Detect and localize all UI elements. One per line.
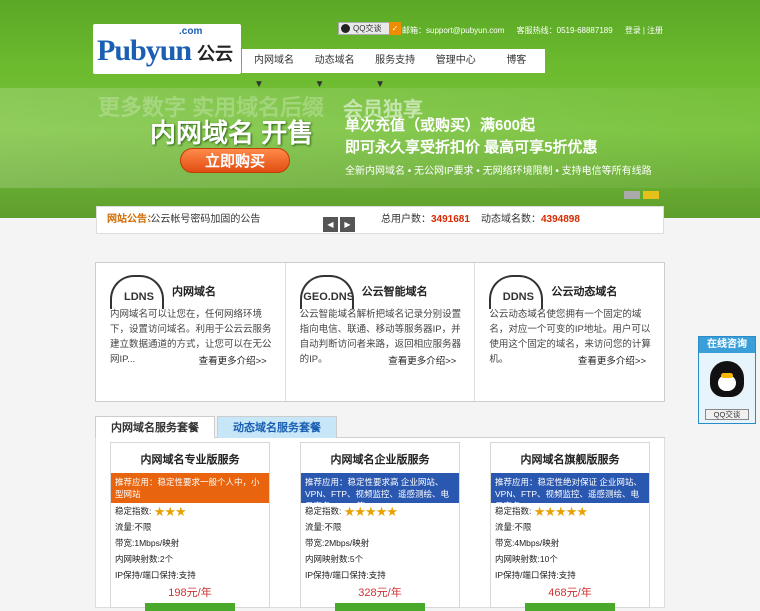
package-buy-button[interactable] bbox=[335, 603, 425, 611]
feature-logo: GEO.DNS bbox=[303, 291, 355, 303]
nav-management[interactable]: 管理中心 bbox=[424, 49, 485, 73]
dyn-domains-label: 动态域名数： bbox=[481, 214, 541, 225]
package-card-flagship: 内网域名旗舰版服务 推荐应用：稳定性绝对保证 企业网站、VPN、FTP、视频监控… bbox=[490, 442, 650, 611]
promo-line-2: 即可永久享受折扣价 最高可享5折优惠 bbox=[345, 139, 598, 156]
qq-chat-button[interactable]: QQ交谈 ✓ bbox=[338, 22, 401, 35]
nav-blog[interactable]: 博客 bbox=[484, 49, 545, 73]
package-mappings: 内网映射数:5个 bbox=[305, 554, 364, 564]
package-title: 内网域名企业版服务 bbox=[330, 454, 430, 466]
package-traffic: 流量:不限 bbox=[305, 522, 342, 532]
tab-dynamic-packages[interactable]: 动态域名服务套餐 bbox=[217, 416, 337, 438]
feature-title: 内网域名 bbox=[172, 286, 216, 298]
package-card-pro: 内网域名专业版服务 推荐应用：稳定性要求一般个人中，小型网站 稳定指数: ★★★… bbox=[110, 442, 270, 611]
stability-label: 稳定指数: bbox=[305, 506, 342, 516]
package-mappings: 内网映射数:2个 bbox=[115, 554, 174, 564]
next-icon[interactable]: ▶ bbox=[340, 217, 355, 232]
contact-bar: 邮箱：support@pubyun.com 客服热线：0519-68887189… bbox=[402, 26, 663, 35]
penguin-beak bbox=[721, 373, 733, 378]
package-title: 内网域名专业版服务 bbox=[140, 454, 240, 466]
stars-icon: ★★★ bbox=[153, 503, 187, 519]
ddns-cloud-icon: DDNS bbox=[489, 275, 544, 309]
feature-title: 公云智能域名 bbox=[361, 286, 428, 298]
buy-now-button[interactable]: 立即购买 bbox=[180, 148, 290, 173]
package-bandwidth: 带宽:4Mbps/映射 bbox=[495, 538, 560, 548]
package-traffic: 流量:不限 bbox=[115, 522, 152, 532]
package-ip: IP保持/端口保持:支持 bbox=[115, 570, 196, 580]
online-consult-widget: 在线咨询 QQ交谈 bbox=[698, 336, 756, 424]
feature-panel: LDNS 内网域名 内网域名可以让您在，任何网络环境下，设置访问域名。利用于公云… bbox=[95, 262, 665, 402]
hotline-label: 客服热线：0519-68887189 bbox=[516, 26, 613, 35]
package-title: 内网域名旗舰版服务 bbox=[520, 454, 620, 466]
nav-intranet-domain[interactable]: 内网域名▼ bbox=[242, 49, 303, 90]
dyn-domains-value: 4394898 bbox=[541, 214, 580, 225]
feature-geodns: GEO.DNS 公云智能域名 公云智能域名解析把域名记录分别设置指向电信、联通、… bbox=[286, 263, 476, 401]
feature-more-link[interactable]: 查看更多介绍>> bbox=[578, 353, 646, 367]
total-users-stat: 总用户数：3491681 bbox=[381, 207, 470, 233]
email-label: 邮箱：support@pubyun.com bbox=[402, 26, 505, 35]
login-link[interactable]: 登录 bbox=[625, 26, 641, 35]
carousel-dot[interactable] bbox=[624, 191, 640, 199]
qq-penguin-icon[interactable] bbox=[710, 361, 744, 397]
package-rec: 推荐应用：稳定性要求高 企业网站、VPN、FTP、视频监控、遥感测绘、电子商务、… bbox=[301, 473, 459, 511]
stability-label: 稳定指数: bbox=[495, 506, 532, 516]
package-panel: 内网域名专业版服务 推荐应用：稳定性要求一般个人中，小型网站 稳定指数: ★★★… bbox=[95, 438, 665, 611]
stars-icon: ★★★★★ bbox=[343, 503, 398, 519]
carousel-dot-active[interactable] bbox=[643, 191, 659, 199]
package-buy-button[interactable] bbox=[525, 603, 615, 611]
package-ip: IP保持/端口保持:支持 bbox=[495, 570, 576, 580]
package-mappings: 内网映射数:10个 bbox=[495, 554, 558, 564]
feature-more-link[interactable]: 查看更多介绍>> bbox=[199, 353, 267, 367]
logo-word: Pubyun bbox=[97, 34, 192, 67]
feature-ldns: LDNS 内网域名 内网域名可以让您在，任何网络环境下，设置访问域名。利用于公云… bbox=[96, 263, 286, 401]
promo-line-1: 单次充值（或购买）满600起 bbox=[345, 117, 536, 134]
qq-arrow-icon: ✓ bbox=[389, 22, 401, 35]
carousel-dots bbox=[624, 190, 662, 202]
package-card-enterprise: 内网域名企业版服务 推荐应用：稳定性要求高 企业网站、VPN、FTP、视频监控、… bbox=[300, 442, 460, 611]
notice-link[interactable]: ·公云帐号密码加固的公告 bbox=[147, 207, 260, 233]
promo-line-3: 全新内网域名 • 无公网IP要求 • 无网络环境限制 • 支持电信等所有线路 bbox=[345, 166, 652, 177]
geodns-cloud-icon: GEO.DNS bbox=[299, 275, 354, 309]
package-price: 328元/年 bbox=[358, 587, 402, 599]
package-bandwidth: 带宽:1Mbps/映射 bbox=[115, 538, 180, 548]
package-bandwidth: 带宽:2Mbps/映射 bbox=[305, 538, 370, 548]
feature-title: 公云动态域名 bbox=[551, 286, 618, 298]
stability-label: 稳定指数: bbox=[115, 506, 152, 516]
feature-logo: DDNS bbox=[502, 291, 534, 303]
notice-bar: 网站公告： ·公云帐号密码加固的公告 ◀ ▶ 总用户数：3491681 动态域名数… bbox=[96, 206, 664, 234]
logo-dotcom: .com bbox=[179, 26, 203, 37]
package-stability: 稳定指数: ★★★ bbox=[111, 503, 269, 519]
feature-ddns: DDNS 公云动态域名 公云动态域名使您拥有一个固定的域名，对应一个可变的IP地… bbox=[475, 263, 664, 401]
package-traffic: 流量:不限 bbox=[495, 522, 532, 532]
notice-pager: ◀ ▶ bbox=[323, 212, 357, 238]
qq-penguin-icon bbox=[341, 24, 350, 33]
feature-more-link[interactable]: 查看更多介绍>> bbox=[388, 353, 456, 367]
package-rec: 推荐应用：稳定性绝对保证 企业网站、VPN、FTP、视频监控、遥感测绘、电子商务… bbox=[491, 473, 649, 511]
dyn-domains-stat: 动态域名数：4394898 bbox=[481, 207, 580, 233]
package-buy-button[interactable] bbox=[145, 603, 235, 611]
stars-icon: ★★★★★ bbox=[533, 503, 588, 519]
ldns-cloud-icon: LDNS bbox=[110, 275, 164, 309]
total-users-value: 3491681 bbox=[431, 214, 470, 225]
tab-intranet-packages[interactable]: 内网域名服务套餐 bbox=[95, 416, 215, 438]
package-ip: IP保持/端口保持:支持 bbox=[305, 570, 386, 580]
nav-service-support[interactable]: 服务支持▼ bbox=[363, 49, 424, 90]
package-stability: 稳定指数: ★★★★★ bbox=[491, 503, 649, 519]
qq-chat-label: QQ交谈 bbox=[353, 24, 382, 33]
nav-dynamic-domain[interactable]: 动态域名▼ bbox=[303, 49, 364, 90]
hero-title: 内网域名 开售 bbox=[150, 118, 314, 148]
online-consult-header: 在线咨询 bbox=[699, 337, 755, 353]
package-stability: 稳定指数: ★★★★★ bbox=[301, 503, 459, 519]
total-users-label: 总用户数： bbox=[381, 214, 431, 225]
package-tabs: 内网域名服务套餐 动态域名服务套餐 bbox=[95, 414, 665, 438]
register-link[interactable]: 注册 bbox=[647, 26, 663, 35]
online-qq-button[interactable]: QQ交谈 bbox=[705, 409, 749, 420]
feature-logo: LDNS bbox=[124, 291, 154, 303]
main-nav: 内网域名▼ 动态域名▼ 服务支持▼ 管理中心 博客 bbox=[242, 49, 545, 90]
logo-cn: 公云 bbox=[197, 44, 233, 64]
package-rec: 推荐应用：稳定性要求一般个人中，小型网站 bbox=[111, 473, 269, 503]
package-price: 198元/年 bbox=[168, 587, 212, 599]
package-price: 468元/年 bbox=[548, 587, 592, 599]
prev-icon[interactable]: ◀ bbox=[323, 217, 338, 232]
site-logo[interactable]: Pubyun .com 公云 bbox=[93, 24, 241, 74]
